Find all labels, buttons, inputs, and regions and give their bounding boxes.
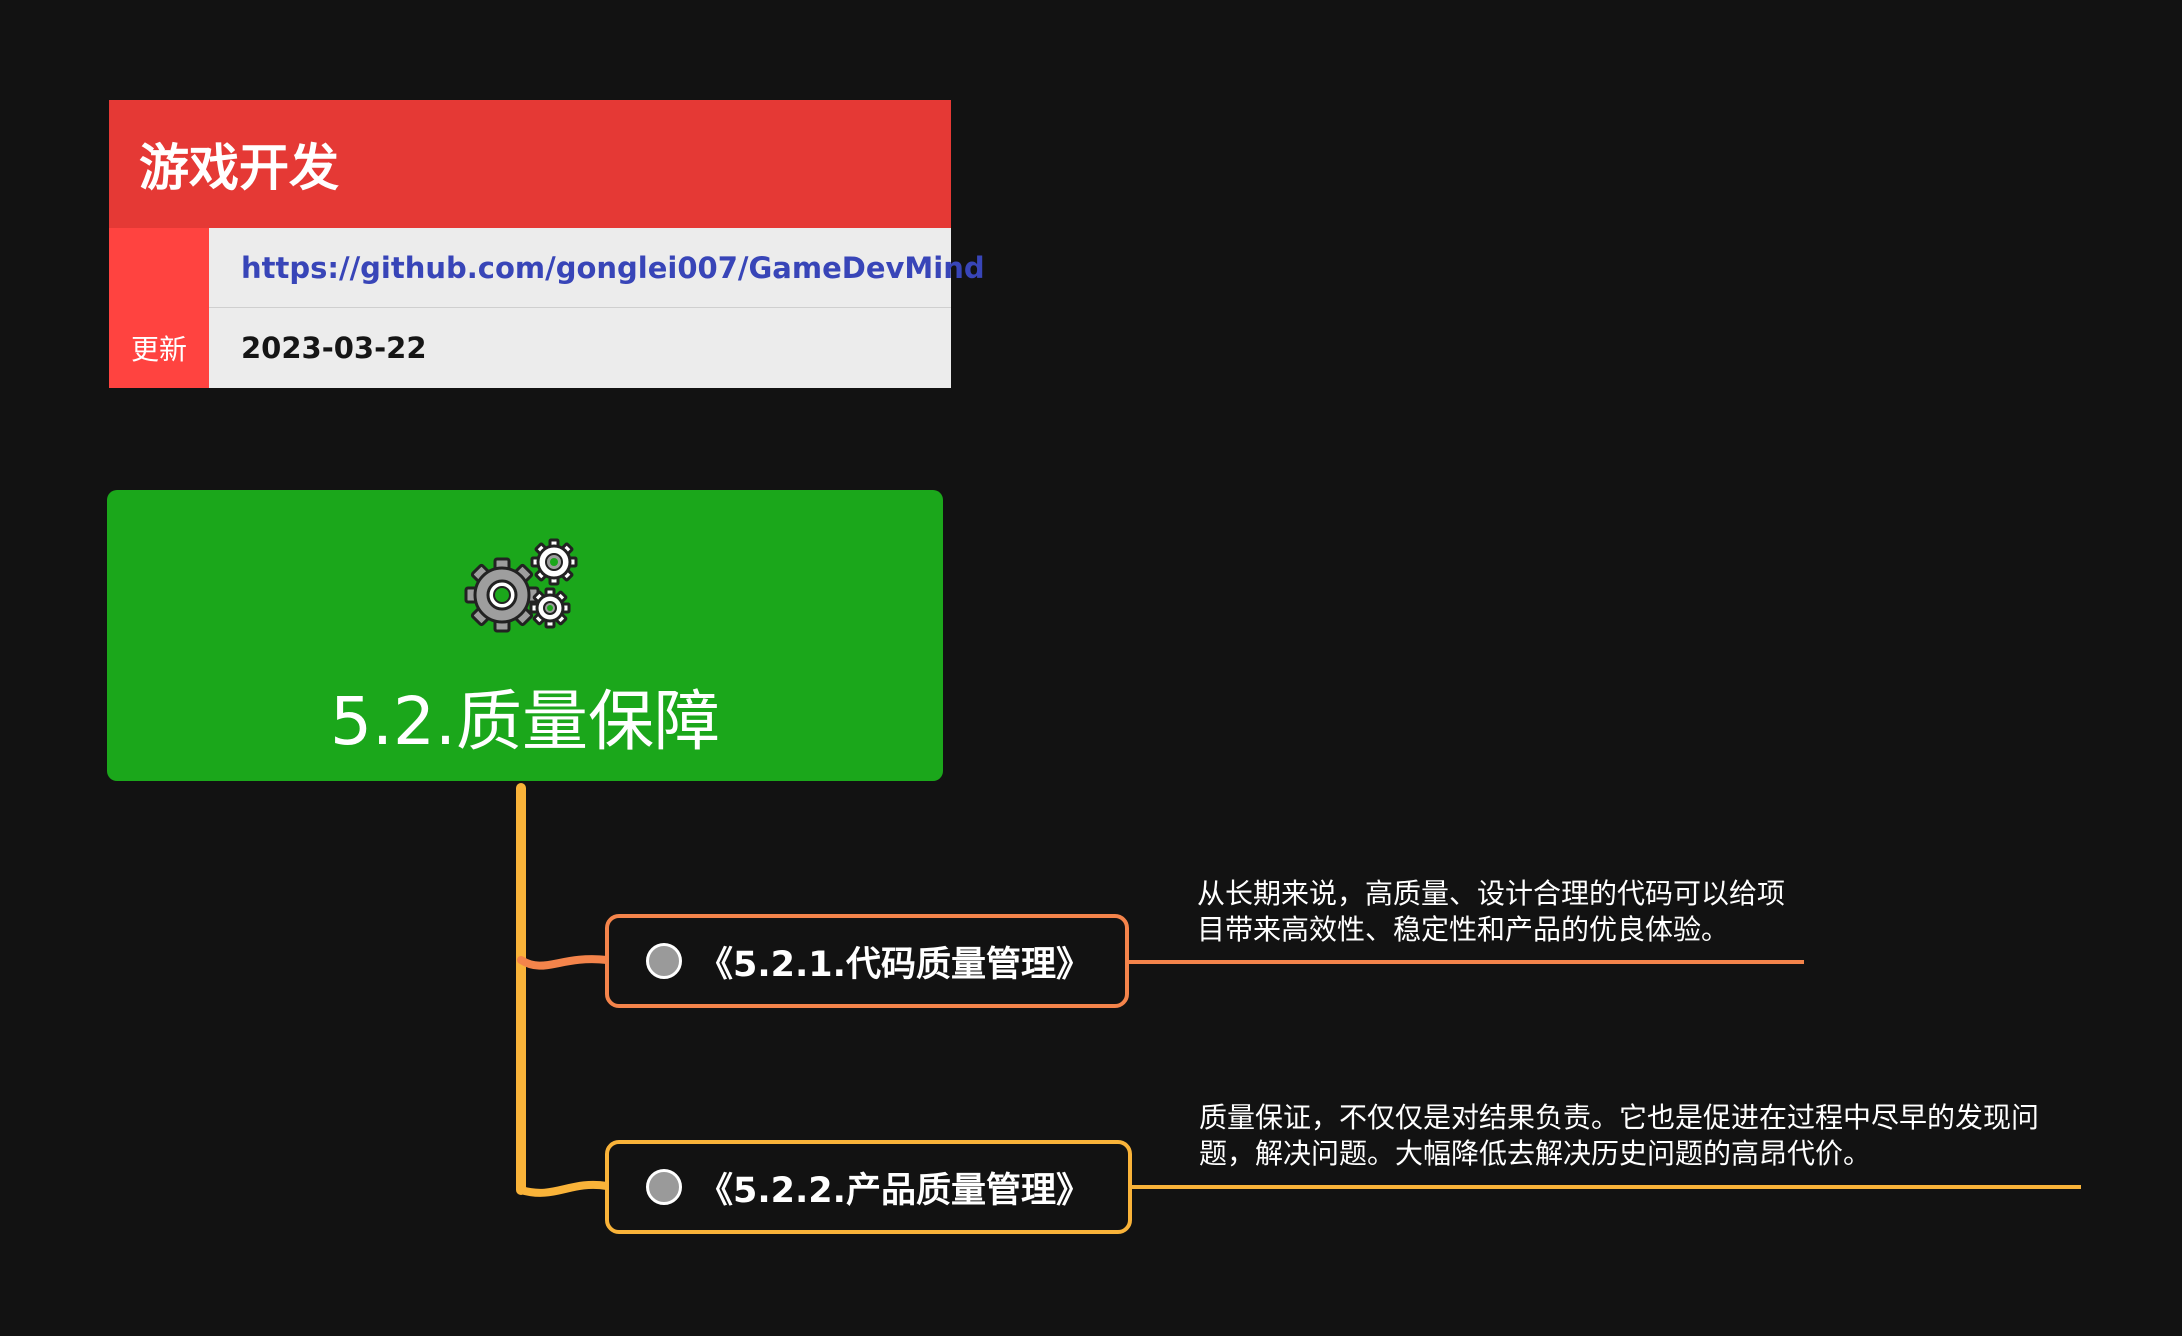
child-node-code-quality[interactable]: 《5.2.1.代码质量管理》 bbox=[605, 914, 1129, 1008]
note-line: 从长期来说，高质量、设计合理的代码可以给项 bbox=[1197, 877, 1786, 910]
github-link[interactable]: https://github.com/gonglei007/GameDevMin… bbox=[209, 228, 985, 308]
note-line: 题，解决问题。大幅降低去解决历史问题的高昂代价。 bbox=[1199, 1137, 1872, 1170]
info-row-link: https://github.com/gonglei007/GameDevMin… bbox=[109, 228, 985, 308]
info-title: 游戏开发 bbox=[109, 100, 951, 228]
info-card: 游戏开发 https://github.com/gonglei007/GameD… bbox=[109, 100, 985, 388]
child-node-product-quality[interactable]: 《5.2.2.产品质量管理》 bbox=[605, 1140, 1132, 1234]
note-code-quality: 从长期来说，高质量、设计合理的代码可以给项 目带来高效性、稳定性和产品的优良体验… bbox=[1197, 876, 1817, 948]
child-label: 《5.2.2.产品质量管理》 bbox=[698, 1170, 1091, 1211]
info-row-key bbox=[109, 228, 209, 308]
branch-line-1 bbox=[517, 955, 611, 970]
child-label: 《5.2.1.代码质量管理》 bbox=[698, 944, 1091, 985]
bullet-icon bbox=[646, 943, 682, 979]
root-title: 5.2.质量保障 bbox=[330, 683, 720, 760]
gears-icon bbox=[464, 538, 578, 633]
branch-line-2 bbox=[517, 1180, 611, 1197]
root-node[interactable]: 5.2.质量保障 bbox=[107, 490, 943, 781]
note-product-quality: 质量保证，不仅仅是对结果负责。它也是促进在过程中尽早的发现问 题，解决问题。大幅… bbox=[1199, 1100, 2059, 1172]
info-row-key: 更新 bbox=[109, 308, 209, 388]
note-line: 目带来高效性、稳定性和产品的优良体验。 bbox=[1197, 913, 1730, 946]
note-line: 质量保证，不仅仅是对结果负责。它也是促进在过程中尽早的发现问 bbox=[1199, 1101, 2040, 1134]
updated-date: 2023-03-22 bbox=[209, 308, 951, 388]
info-row-updated: 更新 2023-03-22 bbox=[109, 308, 951, 388]
bullet-icon bbox=[646, 1169, 682, 1205]
